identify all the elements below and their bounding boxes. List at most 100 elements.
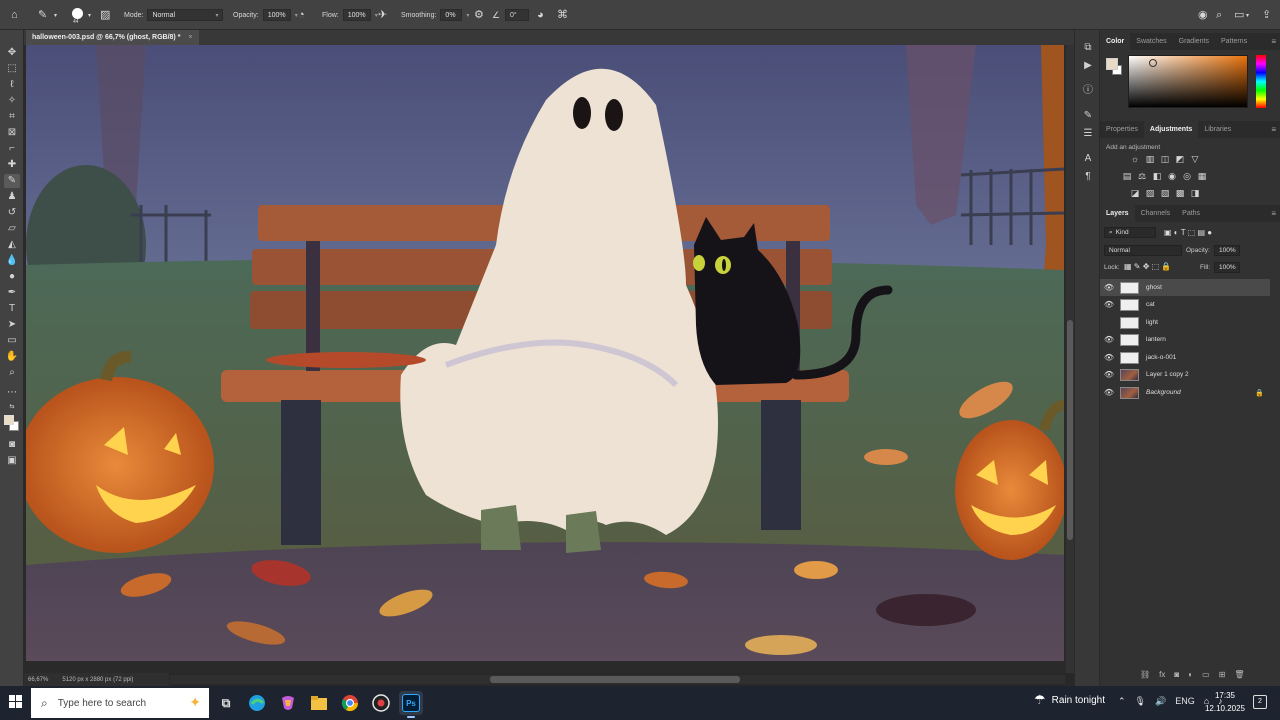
invert-icon[interactable]: ◪ (1130, 188, 1140, 198)
brush-tool-icon[interactable]: ✎ (4, 174, 20, 188)
tab-properties[interactable]: Properties (1100, 121, 1144, 138)
eyedropper-tool-icon[interactable]: ⌐ (4, 142, 20, 156)
brush-settings-icon[interactable]: ✎ (1081, 110, 1095, 122)
panel-menu-icon[interactable]: ≡ (1271, 125, 1276, 134)
history-panel-icon[interactable]: ⧉ (1081, 42, 1095, 54)
zoom-tool-icon[interactable]: ⌕ (4, 366, 20, 380)
pressure-opacity-icon[interactable]: ◔ (298, 9, 305, 21)
layer-opacity-input[interactable]: 100% (1214, 245, 1240, 256)
paint-bucket-tool-icon[interactable]: ◭ (4, 238, 20, 252)
hue-slider[interactable] (1256, 55, 1266, 108)
task-view-icon[interactable]: ⧉ (214, 691, 238, 715)
rectangle-tool-icon[interactable]: ▭ (4, 334, 20, 348)
gear-icon[interactable]: ⚙ (474, 9, 484, 21)
link-layers-icon[interactable]: ⛓ (1140, 670, 1150, 679)
tab-channels[interactable]: Channels (1135, 205, 1177, 222)
new-adjustment-layer-icon[interactable]: ◐ (1188, 670, 1193, 679)
eye-icon[interactable]: 👁 (1100, 300, 1118, 309)
quick-selection-tool-icon[interactable]: ✧ (4, 94, 20, 108)
layer-row-jack-o-001[interactable]: 👁 jack-o-001 (1100, 349, 1270, 366)
type-tool-icon[interactable]: T (4, 302, 20, 316)
layer-row-lantern[interactable]: 👁 lantern (1100, 331, 1270, 348)
sound-icon[interactable]: 🔊 (1155, 696, 1166, 707)
fill-input[interactable]: 100% (1214, 262, 1240, 273)
hand-tool-icon[interactable]: ✋ (4, 350, 20, 364)
eye-icon[interactable]: 👁 (1100, 388, 1118, 397)
brush-preset-picker[interactable] (72, 8, 83, 19)
eye-icon[interactable]: 👁 (1100, 283, 1118, 292)
posterize-icon[interactable]: ▨ (1145, 188, 1155, 198)
color-lookup-icon[interactable]: ▦ (1197, 171, 1207, 181)
vibrance-icon[interactable]: ▽ (1190, 154, 1200, 164)
airbrush-icon[interactable]: ✈ (378, 9, 387, 21)
history-brush-tool-icon[interactable]: ↺ (4, 206, 20, 220)
pen-tool-icon[interactable]: ✒ (4, 286, 20, 300)
scrollbar-thumb[interactable] (1067, 320, 1073, 540)
zoom-level[interactable]: 66,67% (28, 677, 48, 683)
tab-layers[interactable]: Layers (1100, 205, 1135, 222)
home-icon[interactable]: ⌂ (11, 9, 18, 21)
dodge-tool-icon[interactable]: ● (4, 270, 20, 284)
curves-icon[interactable]: ◫ (1160, 154, 1170, 164)
black-white-icon[interactable]: ◧ (1152, 171, 1162, 181)
paragraph-icon[interactable]: ¶ (1081, 171, 1095, 183)
tab-swatches[interactable]: Swatches (1130, 33, 1172, 50)
add-mask-icon[interactable]: ◙ (1174, 670, 1179, 679)
smoothing-input[interactable]: 0% (440, 9, 463, 21)
levels-icon[interactable]: ▥ (1145, 154, 1155, 164)
symmetry-icon[interactable]: ⌘ (557, 9, 568, 21)
layer-filter-select[interactable]: ⌕ Kind (1104, 227, 1156, 238)
copilot-icon[interactable] (276, 691, 300, 715)
panel-menu-icon[interactable]: ≡ (1271, 209, 1276, 218)
eye-icon[interactable]: 👁 (1100, 353, 1118, 362)
chrome-canary-icon[interactable] (369, 691, 393, 715)
eye-icon[interactable]: 👁 (1100, 370, 1118, 379)
start-button[interactable] (9, 695, 23, 709)
share-icon[interactable]: ⇪ (1262, 9, 1271, 21)
new-group-icon[interactable]: ▭ (1202, 670, 1210, 679)
threshold-icon[interactable]: ▧ (1160, 188, 1170, 198)
angle-input[interactable]: 0° (505, 9, 529, 21)
chevron-down-icon[interactable]: ▾ (466, 12, 469, 19)
healing-brush-tool-icon[interactable]: ✚ (4, 158, 20, 172)
eraser-tool-icon[interactable]: ▱ (4, 222, 20, 236)
tab-patterns[interactable]: Patterns (1215, 33, 1253, 50)
chrome-icon[interactable] (338, 691, 362, 715)
chevron-down-icon[interactable]: ▾ (1246, 10, 1249, 22)
horizontal-scrollbar[interactable] (170, 675, 1065, 684)
vertical-scrollbar[interactable] (1066, 45, 1074, 673)
color-picker-handle[interactable] (1149, 59, 1157, 67)
layer-row-cat[interactable]: 👁 cat (1100, 296, 1270, 313)
opacity-input[interactable]: 100% (262, 9, 291, 21)
gradient-map-icon[interactable]: ▩ (1175, 188, 1185, 198)
blur-tool-icon[interactable]: 💧 (4, 254, 20, 268)
tab-libraries[interactable]: Libraries (1198, 121, 1237, 138)
close-icon[interactable]: × (188, 34, 192, 41)
flow-input[interactable]: 100% (342, 9, 371, 21)
brush-tool-icon[interactable]: ✎ (38, 9, 47, 21)
layer-filter-icons[interactable]: ▣ ◐ T ⬚ ▤ ● (1164, 228, 1212, 237)
foreground-color-chip[interactable] (1106, 58, 1118, 70)
character-icon[interactable]: A (1081, 153, 1095, 165)
trash-icon[interactable]: 🗑 (1234, 670, 1244, 679)
actions-play-icon[interactable]: ▶ (1081, 60, 1095, 72)
eye-icon[interactable]: 👁 (1100, 335, 1118, 344)
new-layer-icon[interactable]: ⊞ (1219, 670, 1226, 679)
tab-gradients[interactable]: Gradients (1173, 33, 1215, 50)
brightness-contrast-icon[interactable]: ☼ (1130, 154, 1140, 164)
tab-color[interactable]: Color (1100, 33, 1131, 50)
tab-adjustments[interactable]: Adjustments (1143, 121, 1199, 138)
microphone-icon[interactable]: 🎙 (1135, 696, 1146, 707)
blend-mode-select[interactable]: Normal (1104, 245, 1182, 256)
pressure-size-icon[interactable]: ◕ (537, 9, 544, 21)
chevron-down-icon[interactable]: ▾ (88, 10, 91, 22)
screen-mode-icon[interactable]: ▣ (4, 454, 20, 468)
layer-style-icon[interactable]: fx (1159, 670, 1165, 679)
move-tool-icon[interactable]: ✥ (4, 46, 20, 60)
panel-menu-icon[interactable]: ≡ (1271, 37, 1276, 46)
mode-select[interactable]: Normal ▾ (147, 9, 224, 21)
photo-filter-icon[interactable]: ◉ (1167, 171, 1177, 181)
frame-tool-icon[interactable]: ⊠ (4, 126, 20, 140)
layer-row-layer-1-copy-2[interactable]: 👁 Layer 1 copy 2 (1100, 366, 1270, 383)
brush-settings-icon[interactable]: ▨ (100, 9, 110, 21)
